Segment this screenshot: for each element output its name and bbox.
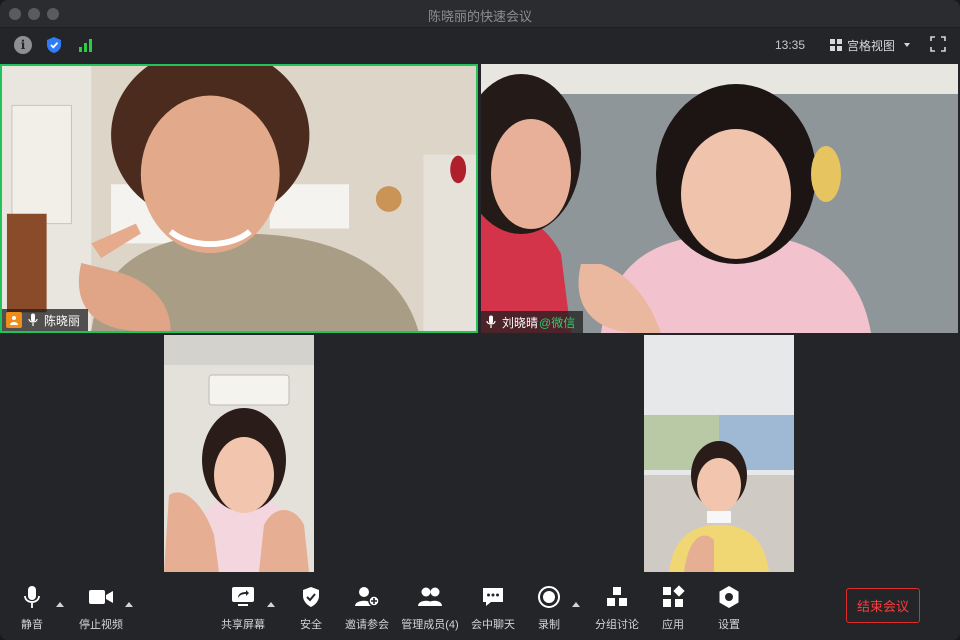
end-meeting-button[interactable]: 结束会议: [846, 588, 920, 623]
signal-icon[interactable]: [77, 36, 95, 54]
shield-icon[interactable]: [45, 36, 63, 54]
title-bar: 陈晓丽的快速会议: [0, 0, 960, 28]
settings-label: 设置: [718, 619, 740, 631]
invite-label: 邀请参会: [345, 619, 389, 631]
microphone-icon: [24, 586, 40, 608]
chat-icon: [483, 588, 503, 606]
participant-video: [2, 66, 476, 331]
microphone-icon: [486, 315, 496, 328]
mute-label: 静音: [21, 619, 43, 631]
meeting-info-bar: i 13:35 宫格视图: [0, 28, 960, 62]
info-icon[interactable]: i: [14, 36, 32, 54]
participant-name: 陈晓丽: [44, 313, 81, 328]
chevron-down-icon: [904, 43, 910, 47]
share-screen-icon: [232, 587, 254, 606]
window-title: 陈晓丽的快速会议: [427, 9, 532, 24]
participant-name-tag: 刘晓晴 @微信: [481, 311, 584, 333]
record-icon: [538, 586, 560, 608]
video-camera-icon: [89, 590, 113, 604]
breakout-rooms-icon: [607, 587, 627, 606]
gear-icon: [719, 586, 739, 608]
host-icon: [6, 312, 22, 328]
fullscreen-icon[interactable]: [930, 36, 946, 52]
settings-button[interactable]: 设置: [689, 584, 769, 632]
grid-icon: [829, 39, 842, 51]
participant-source: @微信: [539, 315, 576, 330]
record-label: 录制: [538, 619, 560, 631]
security-label: 安全: [300, 619, 322, 631]
participants-icon: [418, 587, 442, 606]
participant-video: [644, 335, 794, 572]
participant-video: [481, 64, 958, 333]
meeting-window: 陈晓丽的快速会议 i 13:35 宫格视图 陈晓丽 刘晓晴 @微信 静音 停止视…: [0, 0, 960, 640]
meeting-toolbar: 静音 停止视频 共享屏幕 安全 邀请参会 管理成员(4) 会中聊天 录制 分组讨…: [0, 572, 960, 640]
shield-icon: [303, 587, 319, 607]
video-tile-host[interactable]: 陈晓丽: [0, 64, 478, 333]
video-tile-participant[interactable]: [644, 335, 794, 572]
apps-icon: [663, 585, 685, 607]
view-mode-label: 宫格视图: [846, 38, 895, 53]
manage-participants-label: 管理成员(4): [401, 619, 459, 631]
participant-name-tag: 陈晓丽: [2, 309, 89, 331]
video-tile-participant[interactable]: 刘晓晴 @微信: [481, 64, 958, 333]
participant-video: [164, 335, 314, 572]
share-screen-label: 共享屏幕: [221, 619, 265, 631]
microphone-icon: [28, 313, 38, 326]
add-user-icon: [355, 587, 380, 607]
apps-label: 应用: [662, 619, 684, 631]
participant-name: 刘晓晴: [502, 315, 539, 330]
stop-video-label: 停止视频: [79, 619, 123, 631]
video-tile-participant[interactable]: [164, 335, 314, 572]
meeting-clock: 13:35: [774, 38, 805, 52]
view-mode-button[interactable]: 宫格视图: [829, 36, 910, 54]
stop-video-button[interactable]: 停止视频: [61, 584, 141, 632]
video-options-caret[interactable]: [125, 602, 133, 607]
